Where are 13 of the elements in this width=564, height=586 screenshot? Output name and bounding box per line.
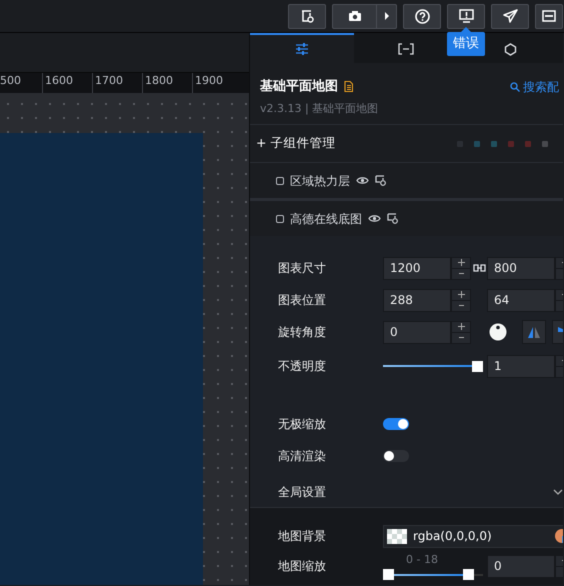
field-label: 图表尺寸 — [278, 260, 327, 277]
tooltip: 错误 — [447, 32, 485, 56]
field-label: 高清渲染 — [278, 448, 327, 465]
version-text: v2.3.13 | 基础平面地图 — [260, 100, 380, 117]
field-label: 地图背景 — [278, 528, 327, 545]
field-label: 无极缩放 — [278, 416, 327, 433]
ruler-label: 500 — [0, 73, 22, 89]
field-label: 不透明度 — [278, 358, 327, 375]
component-title: 基础平面地图 — [260, 78, 338, 96]
field-label: 旋转角度 — [278, 324, 327, 341]
range-label: 0 - 18 — [405, 552, 439, 568]
field-label: 地图缩放 — [278, 558, 327, 575]
field-label: 图表位置 — [278, 292, 327, 309]
